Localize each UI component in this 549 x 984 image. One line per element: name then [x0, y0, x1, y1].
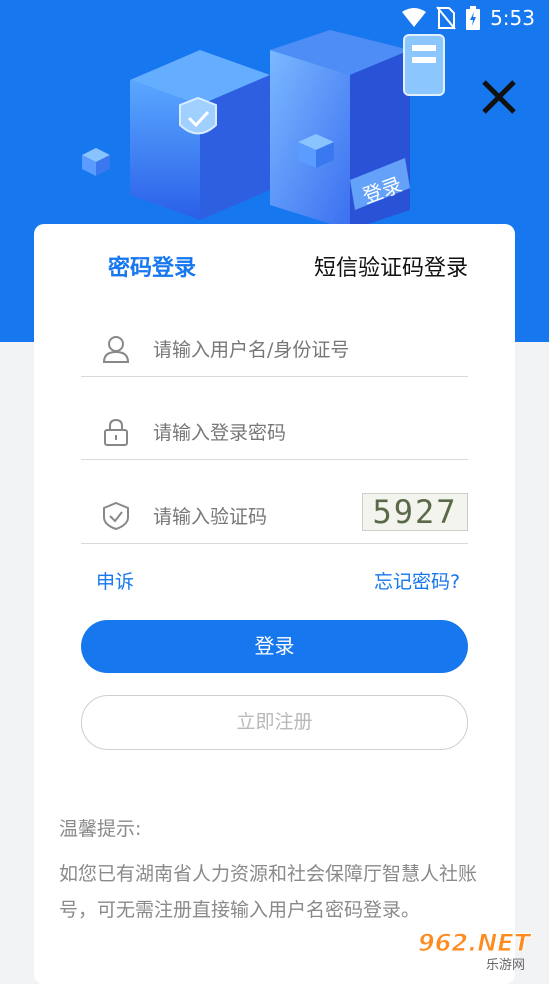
login-illustration: 登录 [82, 30, 445, 230]
captcha-input[interactable] [151, 499, 355, 535]
lock-icon [104, 418, 128, 446]
battery-icon [466, 6, 481, 30]
site-watermark: 962.NET 乐游网 [418, 925, 546, 974]
tips-body: 如您已有湖南省人力资源和社会保障厅智慧人社账号，可无需注册直接输入用户名密码登录… [59, 863, 478, 921]
login-button[interactable]: 登录 [81, 620, 468, 673]
password-field [81, 407, 468, 460]
user-icon [102, 336, 130, 363]
username-field [81, 324, 468, 377]
no-sim-icon [436, 6, 456, 30]
close-button[interactable] [474, 72, 524, 122]
shield-check-icon [103, 501, 129, 531]
tab-password-login[interactable]: 密码登录 [108, 250, 196, 282]
svg-text:乐游网: 乐游网 [486, 958, 525, 973]
status-time: 5:53 [490, 6, 535, 30]
register-button[interactable]: 立即注册 [81, 695, 468, 750]
password-input[interactable] [151, 415, 455, 451]
appeal-link[interactable]: 申诉 [96, 567, 134, 594]
close-icon [482, 80, 516, 114]
login-tabs: 密码登录 短信验证码登录 [34, 250, 515, 290]
username-input[interactable] [151, 332, 455, 368]
captcha-field: 5927 [81, 491, 468, 544]
svg-text:962.NET: 962.NET [418, 929, 532, 957]
forgot-password-link[interactable]: 忘记密码? [374, 567, 460, 594]
captcha-image[interactable]: 5927 [362, 493, 468, 531]
wifi-icon [402, 8, 427, 27]
tab-sms-login[interactable]: 短信验证码登录 [314, 250, 468, 282]
login-card: 密码登录 短信验证码登录 5927 申诉 忘记密码? 登录 立即注册 温馨提示:… [34, 224, 515, 984]
tips-title: 温馨提示: [59, 818, 142, 840]
